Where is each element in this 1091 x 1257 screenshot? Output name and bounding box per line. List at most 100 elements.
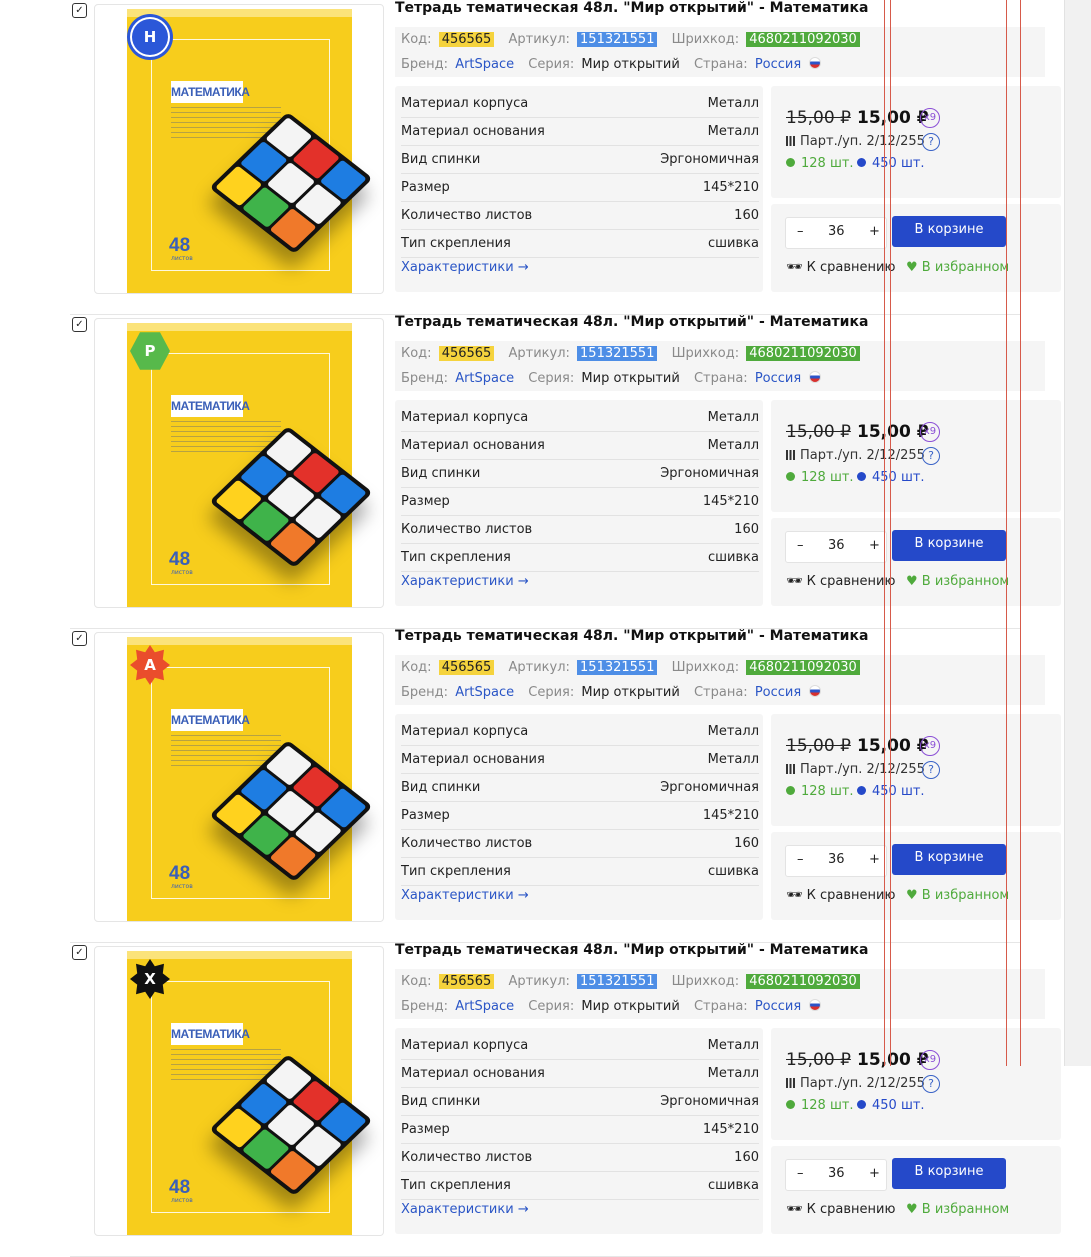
guide-line bbox=[890, 0, 891, 1066]
help-icon[interactable]: ? bbox=[922, 447, 940, 465]
multiplier-badge[interactable]: x9 bbox=[920, 108, 940, 128]
compare-label: К сравнению bbox=[806, 260, 896, 275]
favorite-button[interactable]: ♥ В избранном bbox=[906, 888, 1009, 903]
select-checkbox[interactable]: ✓ bbox=[72, 317, 87, 332]
country-link[interactable]: Россия bbox=[755, 371, 801, 386]
code-value[interactable]: 456565 bbox=[438, 974, 495, 989]
barcode-value[interactable]: 4680211092030 bbox=[746, 974, 860, 989]
product-image[interactable]: Н МАТЕМАТИКА 48 листов bbox=[94, 4, 384, 294]
category-badge: Н bbox=[130, 17, 170, 57]
product-title[interactable]: Тетрадь тематическая 48л. "Мир открытий"… bbox=[395, 0, 868, 16]
quantity-input[interactable]: 36 bbox=[828, 852, 845, 867]
compare-button[interactable]: 🕶 К сравнению bbox=[786, 574, 895, 589]
brand-link[interactable]: ArtSpace bbox=[455, 685, 514, 700]
characteristics-link[interactable]: Характеристики → bbox=[401, 574, 529, 589]
cover-stripe bbox=[127, 9, 352, 17]
favorite-button[interactable]: ♥ В избранном bbox=[906, 1202, 1009, 1217]
increase-button[interactable]: + bbox=[869, 852, 880, 867]
code-label: Код: bbox=[401, 32, 432, 47]
characteristics-link[interactable]: Характеристики → bbox=[401, 1202, 529, 1217]
spec-name: Вид спинки bbox=[401, 780, 481, 795]
code-value[interactable]: 456565 bbox=[438, 32, 495, 47]
brand-link[interactable]: ArtSpace bbox=[455, 999, 514, 1014]
select-checkbox[interactable]: ✓ bbox=[72, 631, 87, 646]
help-icon[interactable]: ? bbox=[922, 761, 940, 779]
quantity-input[interactable]: 36 bbox=[828, 224, 845, 239]
select-checkbox[interactable]: ✓ bbox=[72, 3, 87, 18]
decrease-button[interactable]: – bbox=[797, 224, 804, 239]
favorite-label: В избранном bbox=[921, 260, 1010, 275]
product-card: ✓ Х МАТЕМАТИКА 48 листов Тетрадь тематич… bbox=[70, 942, 1061, 1257]
green-dot-icon bbox=[786, 786, 795, 795]
increase-button[interactable]: + bbox=[869, 224, 880, 239]
spec-row: Материал основания Металл bbox=[401, 432, 759, 460]
country-link[interactable]: Россия bbox=[755, 57, 801, 72]
in-cart-button[interactable]: В корзине bbox=[892, 844, 1006, 875]
compare-button[interactable]: 🕶 К сравнению bbox=[786, 260, 895, 275]
cover-title: МАТЕМАТИКА bbox=[171, 395, 250, 417]
product-image[interactable]: Р МАТЕМАТИКА 48 листов bbox=[94, 318, 384, 608]
package-icon bbox=[786, 1078, 795, 1088]
help-icon[interactable]: ? bbox=[922, 133, 940, 151]
compare-button[interactable]: 🕶 К сравнению bbox=[786, 888, 895, 903]
article-value[interactable]: 151321551 bbox=[577, 32, 658, 47]
favorite-button[interactable]: ♥ В избранном bbox=[906, 260, 1009, 275]
article-label: Артикул: bbox=[508, 32, 570, 47]
brand-link[interactable]: ArtSpace bbox=[455, 57, 514, 72]
multiplier-badge[interactable]: x9 bbox=[920, 736, 940, 756]
multiplier-badge[interactable]: x9 bbox=[920, 422, 940, 442]
article-value[interactable]: 151321551 bbox=[577, 346, 658, 361]
compare-button[interactable]: 🕶 К сравнению bbox=[786, 1202, 895, 1217]
spec-row: Материал корпуса Металл bbox=[401, 90, 759, 118]
in-cart-button[interactable]: В корзине bbox=[892, 530, 1006, 561]
quantity-input[interactable]: 36 bbox=[828, 1166, 845, 1181]
cover-sheet-count: 48 bbox=[169, 863, 191, 884]
characteristics-link[interactable]: Характеристики → bbox=[401, 260, 529, 275]
glasses-icon: 🕶 bbox=[786, 888, 803, 903]
product-title[interactable]: Тетрадь тематическая 48л. "Мир открытий"… bbox=[395, 628, 868, 644]
series-value: Мир открытий bbox=[581, 685, 680, 700]
green-dot-icon bbox=[786, 158, 795, 167]
characteristics-link[interactable]: Характеристики → bbox=[401, 888, 529, 903]
identifiers-row: Код: 456565 Артикул: 151321551 Шрихкод: … bbox=[395, 655, 1045, 680]
in-cart-button[interactable]: В корзине bbox=[892, 1158, 1006, 1189]
article-value[interactable]: 151321551 bbox=[577, 974, 658, 989]
code-value[interactable]: 456565 bbox=[438, 346, 495, 361]
stock-in-store: 128 шт. bbox=[786, 156, 854, 171]
code-value[interactable]: 456565 bbox=[438, 660, 495, 675]
decrease-button[interactable]: – bbox=[797, 538, 804, 553]
spec-value: 160 bbox=[734, 1150, 759, 1165]
compare-label: К сравнению bbox=[806, 888, 896, 903]
barcode-value[interactable]: 4680211092030 bbox=[746, 660, 860, 675]
quantity-input[interactable]: 36 bbox=[828, 538, 845, 553]
spec-value: Металл bbox=[707, 96, 759, 111]
country-link[interactable]: Россия bbox=[755, 999, 801, 1014]
product-title[interactable]: Тетрадь тематическая 48л. "Мир открытий"… bbox=[395, 942, 868, 958]
decrease-button[interactable]: – bbox=[797, 852, 804, 867]
spec-name: Количество листов bbox=[401, 522, 533, 537]
article-value[interactable]: 151321551 bbox=[577, 660, 658, 675]
product-image[interactable]: Х МАТЕМАТИКА 48 листов bbox=[94, 946, 384, 1236]
barcode-label: Шрихкод: bbox=[671, 32, 740, 47]
barcode-value[interactable]: 4680211092030 bbox=[746, 32, 860, 47]
cover-stripe bbox=[127, 951, 352, 959]
scrollbar[interactable] bbox=[1064, 0, 1091, 1066]
barcode-value[interactable]: 4680211092030 bbox=[746, 346, 860, 361]
brand-link[interactable]: ArtSpace bbox=[455, 371, 514, 386]
increase-button[interactable]: + bbox=[869, 1166, 880, 1181]
favorite-button[interactable]: ♥ В избранном bbox=[906, 574, 1009, 589]
spec-row: Вид спинки Эргономичная bbox=[401, 1088, 759, 1116]
product-image[interactable]: А МАТЕМАТИКА 48 листов bbox=[94, 632, 384, 922]
spec-name: Вид спинки bbox=[401, 466, 481, 481]
select-checkbox[interactable]: ✓ bbox=[72, 945, 87, 960]
multiplier-badge[interactable]: x9 bbox=[920, 1050, 940, 1070]
series-label: Серия: bbox=[528, 999, 575, 1014]
country-link[interactable]: Россия bbox=[755, 685, 801, 700]
product-title[interactable]: Тетрадь тематическая 48л. "Мир открытий"… bbox=[395, 314, 868, 330]
in-cart-button[interactable]: В корзине bbox=[892, 216, 1006, 247]
spec-row: Размер 145*210 bbox=[401, 174, 759, 202]
guide-line bbox=[1006, 0, 1007, 1066]
help-icon[interactable]: ? bbox=[922, 1075, 940, 1093]
increase-button[interactable]: + bbox=[869, 538, 880, 553]
decrease-button[interactable]: – bbox=[797, 1166, 804, 1181]
